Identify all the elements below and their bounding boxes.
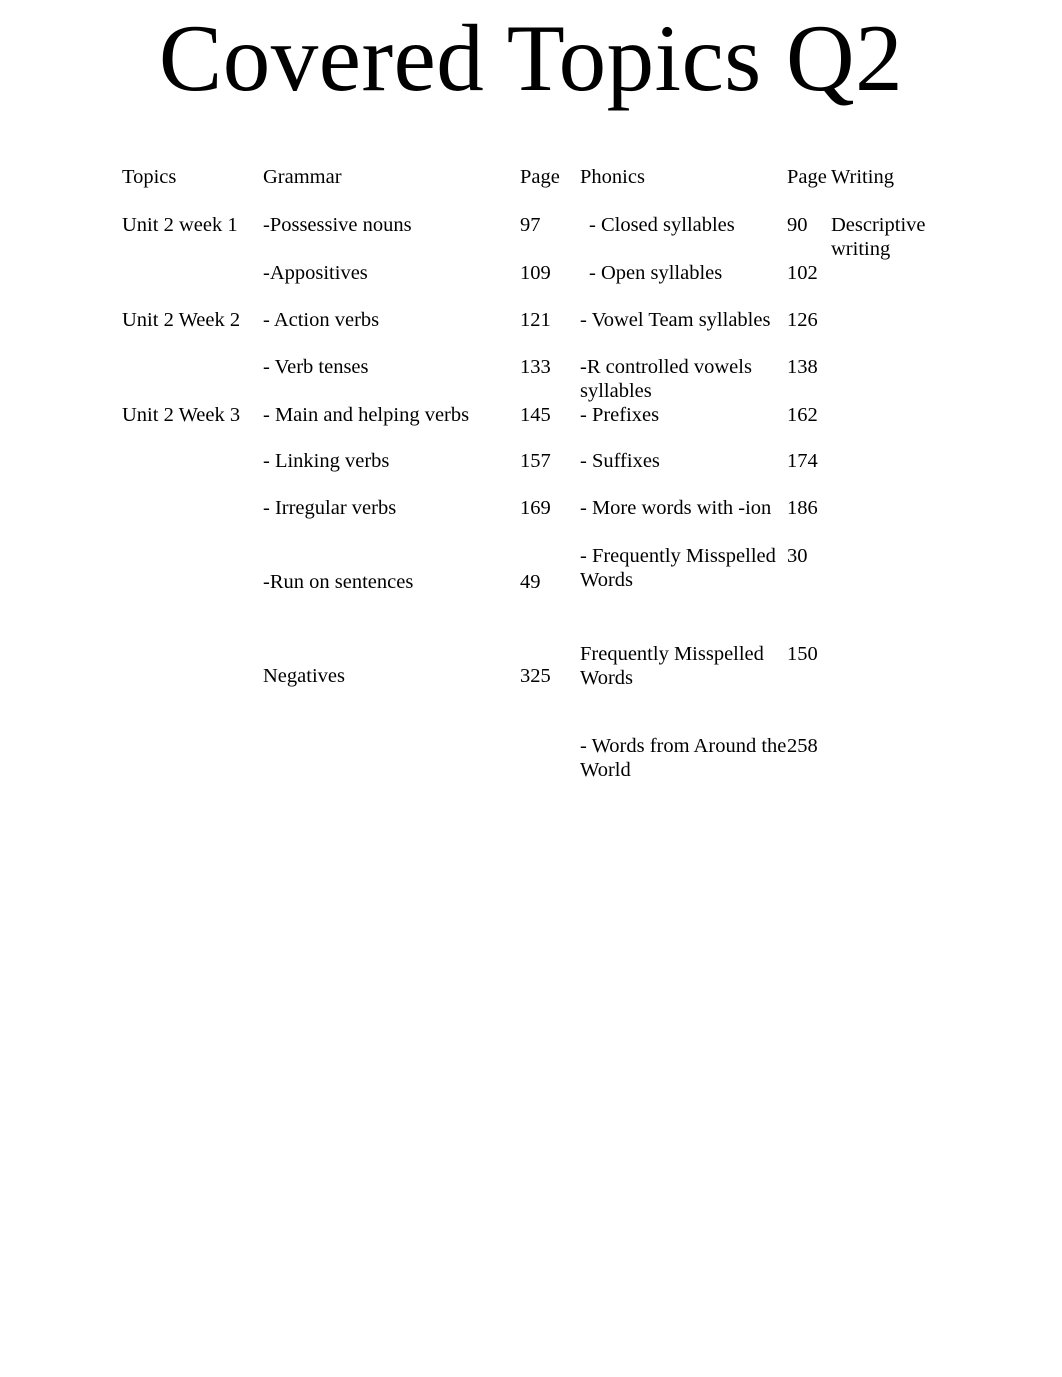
cell-writing [831,497,952,545]
table-row: - Irregular verbs 169 - More words with … [122,497,952,545]
cell-grammar-page: 145 [520,403,551,426]
column-header-phonics: Phonics [580,166,645,188]
column-header-grammar-page: Page [520,166,560,188]
cell-phonics: - More words with -ion [580,496,772,519]
cell-phonics: Frequently Misspelled Words [580,642,764,689]
cell-writing [831,404,952,450]
cell-grammar-page: 133 [520,355,551,378]
cell-grammar: -Appositives [263,261,368,284]
cell-writing: Descriptive writing [831,214,926,260]
cell-topic [122,643,263,711]
cell-writing [831,450,952,497]
table-row: - Linking verbs 157 - Suffixes 174 [122,450,952,497]
cell-phonics-page: 258 [787,734,818,757]
cell-phonics: - Open syllables [580,262,787,309]
page-title: Covered Topics Q2 [158,5,904,111]
table-row: -Run on sentences 49 - Frequently Misspe… [122,545,952,643]
cell-phonics: - Prefixes [580,403,660,426]
cell-grammar-page: 97 [520,214,541,236]
cell-grammar: -Run on sentences [263,570,414,593]
cell-phonics-page: 162 [787,403,818,426]
cell-grammar-page: 121 [520,308,551,331]
cell-topic [122,711,263,805]
cell-phonics-page: 138 [787,355,818,378]
column-header-grammar: Grammar [263,166,342,188]
cell-writing [831,262,952,309]
cell-grammar-page: 325 [520,664,551,687]
cell-grammar-page: 49 [520,570,541,593]
covered-topics-table: Topics Grammar Page Phonics Page Writing… [122,166,952,805]
cell-phonics-text: - Closed syllables [589,214,735,236]
table-row: Unit 2 Week 2 - Action verbs 121 - Vowel… [122,309,952,356]
cell-phonics: - Vowel Team syllables [580,308,771,331]
table-row: - Words from Around the World 258 [122,711,952,805]
cell-writing [831,643,952,711]
cell-phonics: - Frequently Misspelled Words [580,544,776,591]
cell-topic [122,450,263,497]
cell-topic [122,545,263,643]
cell-phonics: - Words from Around the World [580,734,787,781]
cell-phonics-page: 102 [787,261,818,284]
table-header-row: Topics Grammar Page Phonics Page Writing [122,166,952,214]
cell-grammar: - Main and helping verbs [263,403,470,426]
cell-grammar: - Action verbs [263,308,380,331]
cell-grammar: - Verb tenses [263,355,369,378]
cell-phonics: -R controlled vowels syllables [580,355,752,402]
cell-topic: Unit 2 week 1 [122,214,238,236]
cell-writing [831,711,952,805]
cell-phonics-text: - Open syllables [589,261,723,284]
cell-phonics-page: 186 [787,496,818,519]
cell-grammar-page: 109 [520,261,551,284]
cell-phonics-page: 90 [787,214,808,236]
table-row: - Verb tenses 133 -R controlled vowels s… [122,356,952,404]
table-row: -Appositives 109 - Open syllables 102 [122,262,952,309]
column-header-writing: Writing [831,166,894,188]
cell-writing [831,545,952,643]
document-page: Covered Topics Q2 Topics Grammar Page Ph… [0,0,1062,1377]
cell-writing [831,309,952,356]
cell-grammar [263,711,520,805]
column-header-phonics-page: Page [787,166,827,188]
cell-phonics: - Suffixes [580,449,660,472]
cell-grammar: - Linking verbs [263,449,390,472]
table-row: Unit 2 week 1 -Possessive nouns 97 - Clo… [122,214,952,262]
cell-grammar: -Possessive nouns [263,214,412,236]
cell-phonics: - Closed syllables [580,214,787,262]
cell-topic [122,262,263,309]
cell-topic: Unit 2 Week 2 [122,308,241,331]
cell-writing [831,356,952,404]
cell-phonics-page: 30 [787,544,808,567]
cell-topic [122,356,263,404]
cell-grammar: - Irregular verbs [263,496,397,519]
cell-phonics-page: 150 [787,642,818,665]
cell-grammar-page: 169 [520,496,551,519]
cell-grammar-page: 157 [520,449,551,472]
cell-grammar: Negatives [263,664,345,687]
table-row: Negatives 325 Frequently Misspelled Word… [122,643,952,711]
cell-phonics-page: 174 [787,449,818,472]
cell-grammar-page [520,711,580,805]
cell-phonics-page: 126 [787,308,818,331]
column-header-topics: Topics [122,166,177,188]
cell-topic [122,497,263,545]
table-row: Unit 2 Week 3 - Main and helping verbs 1… [122,404,952,450]
cell-topic: Unit 2 Week 3 [122,403,241,426]
